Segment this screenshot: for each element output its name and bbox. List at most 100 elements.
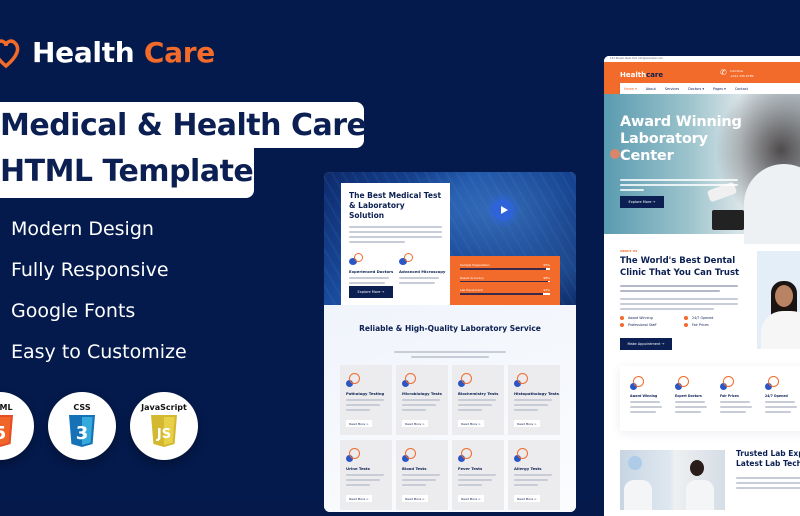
trusted-title: Trusted Lab Experts andLatest Lab Techno… <box>736 449 800 468</box>
price-icon <box>720 376 734 390</box>
hero-explore-button[interactable]: Explore More → <box>620 196 664 208</box>
team-icon <box>675 376 689 390</box>
play-icon[interactable] <box>492 199 514 221</box>
progress-label: Result Accuracy <box>460 275 484 280</box>
tech-badge-css: CSS 3 <box>48 392 116 460</box>
headline-line2-box: HTML Template <box>0 148 254 198</box>
read-more-button[interactable]: Read More > <box>458 495 484 502</box>
brand-logo: Health Care <box>0 34 215 70</box>
feature-card-title: 24/7 Opened <box>765 394 788 398</box>
headline-line2: HTML Template <box>0 154 254 189</box>
home-hero: Award Winning Laboratory Center Explore … <box>604 94 800 244</box>
service-title: Microbiology Tests <box>402 391 442 396</box>
microscope-image <box>704 160 744 234</box>
nav-services[interactable]: Services <box>665 87 679 91</box>
service-card: Histopathology Tests Read More > <box>508 365 560 435</box>
feature-card-title: Award Winning <box>630 394 658 398</box>
feature-card: Award Winning <box>630 376 675 421</box>
progress-fill <box>460 293 543 295</box>
read-more-button[interactable]: Read More > <box>346 420 372 427</box>
about-checklist: Award Winning 24/7 Opened Professional S… <box>620 316 734 327</box>
service-title: Histopathology Tests <box>514 391 559 396</box>
read-more-button[interactable]: Read More > <box>402 495 428 502</box>
lorem-text <box>620 176 738 191</box>
service-title: Pathology Testing <box>346 391 385 396</box>
services-title: Reliable & High-Quality Laboratory Servi… <box>359 324 541 333</box>
service-card: Pathology Testing Read More > <box>340 365 392 435</box>
read-more-button[interactable]: Read More > <box>402 420 428 427</box>
html5-icon: 5 <box>0 415 13 447</box>
virus-icon <box>458 373 472 387</box>
home-page-preview: 123 Street, New York info@example.com He… <box>604 56 800 516</box>
call-number: +012 345 6789 <box>730 74 754 78</box>
lab-technicians-photo <box>620 450 725 510</box>
site-brand[interactable]: Healthcare <box>620 71 663 79</box>
read-more-button[interactable]: Read More > <box>458 420 484 427</box>
technology-badges: HTML 5 CSS 3 JavaScript JS <box>0 392 198 460</box>
microscope-icon <box>399 253 413 265</box>
nav-contact[interactable]: Contact <box>735 87 748 91</box>
service-title: Urine Tests <box>346 466 370 471</box>
feature-card: Expert Doctors <box>675 376 720 421</box>
lorem-text <box>349 226 442 243</box>
pill-icon <box>514 373 528 387</box>
clipboard-icon <box>458 448 472 462</box>
report-icon <box>514 448 528 462</box>
check-item: Fair Prices <box>684 323 734 327</box>
doctor-icon <box>349 253 363 265</box>
nav-doctors[interactable]: Doctors ▾ <box>688 87 704 91</box>
headline-line1: Medical & Health Care <box>0 108 367 143</box>
progress-value: 95% <box>543 263 550 267</box>
lab-hero-card: The Best Medical Test & Laboratory Solut… <box>341 183 450 305</box>
lab-feature-title: Experienced Doctors <box>349 269 394 274</box>
tech-label: HTML <box>0 403 13 412</box>
stethoscope-heart-icon <box>0 34 24 70</box>
feature-card: 24/7 Opened <box>765 376 800 421</box>
explore-more-button[interactable]: Explore More → <box>349 286 393 298</box>
svg-text:5: 5 <box>0 423 6 444</box>
read-more-button[interactable]: Read More > <box>514 495 540 502</box>
check-item: Award Winning <box>620 316 684 320</box>
feature-card-title: Expert Doctors <box>675 394 702 398</box>
read-more-button[interactable]: Read More > <box>346 495 372 502</box>
svg-text:3: 3 <box>76 423 89 444</box>
lab-feature-title: Advanced Microscopy <box>399 269 446 274</box>
nav-about[interactable]: About <box>646 87 656 91</box>
lab-hero: The Best Medical Test & Laboratory Solut… <box>324 172 576 305</box>
call-now[interactable]: Call Now+012 345 6789 <box>720 69 754 79</box>
progress-fill <box>460 280 549 283</box>
lorem-text <box>620 282 738 310</box>
progress-row: Result Accuracy 98% <box>460 276 550 283</box>
progress-panel: Sample Preparation 95% Result Accuracy 98%… <box>450 256 560 305</box>
lorem-text <box>394 348 506 358</box>
lungs-icon <box>402 373 416 387</box>
feature-list: Modern Design Fully Responsive Google Fo… <box>11 218 187 364</box>
headline-line1-box: Medical & Health Care <box>0 102 367 148</box>
capsule-icon <box>346 448 360 462</box>
service-title: Allergy Tests <box>514 466 542 471</box>
home-hero-title: Award Winning Laboratory Center <box>620 114 742 164</box>
tech-badge-html: HTML 5 <box>0 392 34 460</box>
service-title: Fever Tests <box>458 466 483 471</box>
make-appointment-button[interactable]: Make Appointment → <box>620 338 672 350</box>
check-item: 24/7 Opened <box>684 316 734 320</box>
feature-card: Fair Prices <box>720 376 765 421</box>
nav-pages[interactable]: Pages ▾ <box>713 87 726 91</box>
service-card: Microbiology Tests Read More > <box>396 365 448 435</box>
service-title: Biochemistry Tests <box>458 391 499 396</box>
nav-home[interactable]: Home ▾ <box>624 87 637 91</box>
tech-label: JavaScript <box>141 403 187 412</box>
slider-dot[interactable] <box>610 149 620 159</box>
lab-page-preview: The Best Medical Test & Laboratory Solut… <box>324 172 576 512</box>
services-section: Reliable & High-Quality Laboratory Servi… <box>324 305 576 512</box>
lab-feature: Advanced Microscopy <box>399 253 445 284</box>
lab-hero-title: The Best Medical Test & Laboratory Solut… <box>349 191 442 220</box>
feature-item: Google Fonts <box>11 300 136 322</box>
blood-bag-icon <box>402 448 416 462</box>
read-more-button[interactable]: Read More > <box>514 420 540 427</box>
svg-text:JS: JS <box>156 427 171 442</box>
service-title: Blood Tests <box>402 466 427 471</box>
brand-name-accent: Care <box>143 35 215 69</box>
lorem-text <box>736 474 800 489</box>
progress-row: Sample Preparation 95% <box>460 263 550 270</box>
